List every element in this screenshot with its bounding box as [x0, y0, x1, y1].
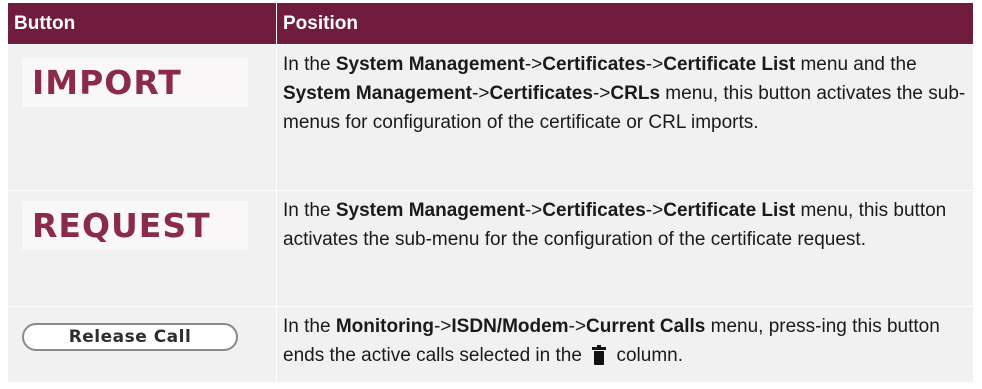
table-row: REQUEST In the System Management->Certif…: [7, 190, 974, 307]
request-button-image: REQUEST: [22, 201, 248, 250]
header-row: Button Position: [7, 2, 974, 45]
position-cell: In the System Management->Certificates->…: [276, 190, 974, 307]
import-button-image: IMPORT: [22, 58, 248, 107]
button-cell: IMPORT: [7, 44, 277, 191]
button-reference-table: Button Position IMPORT In the System Man…: [7, 2, 974, 383]
header-button: Button: [7, 2, 277, 45]
trash-icon: [592, 345, 607, 365]
button-cell: Release Call: [7, 306, 277, 383]
release-call-button[interactable]: Release Call: [22, 323, 238, 351]
button-cell: REQUEST: [7, 190, 277, 307]
header-position: Position: [276, 2, 974, 45]
table-row: IMPORT In the System Management->Certifi…: [7, 44, 974, 191]
position-cell: In the System Management->Certificates->…: [276, 44, 974, 191]
position-cell: In the Monitoring->ISDN/Modem->Current C…: [276, 306, 974, 383]
table-row: Release Call In the Monitoring->ISDN/Mod…: [7, 306, 974, 383]
